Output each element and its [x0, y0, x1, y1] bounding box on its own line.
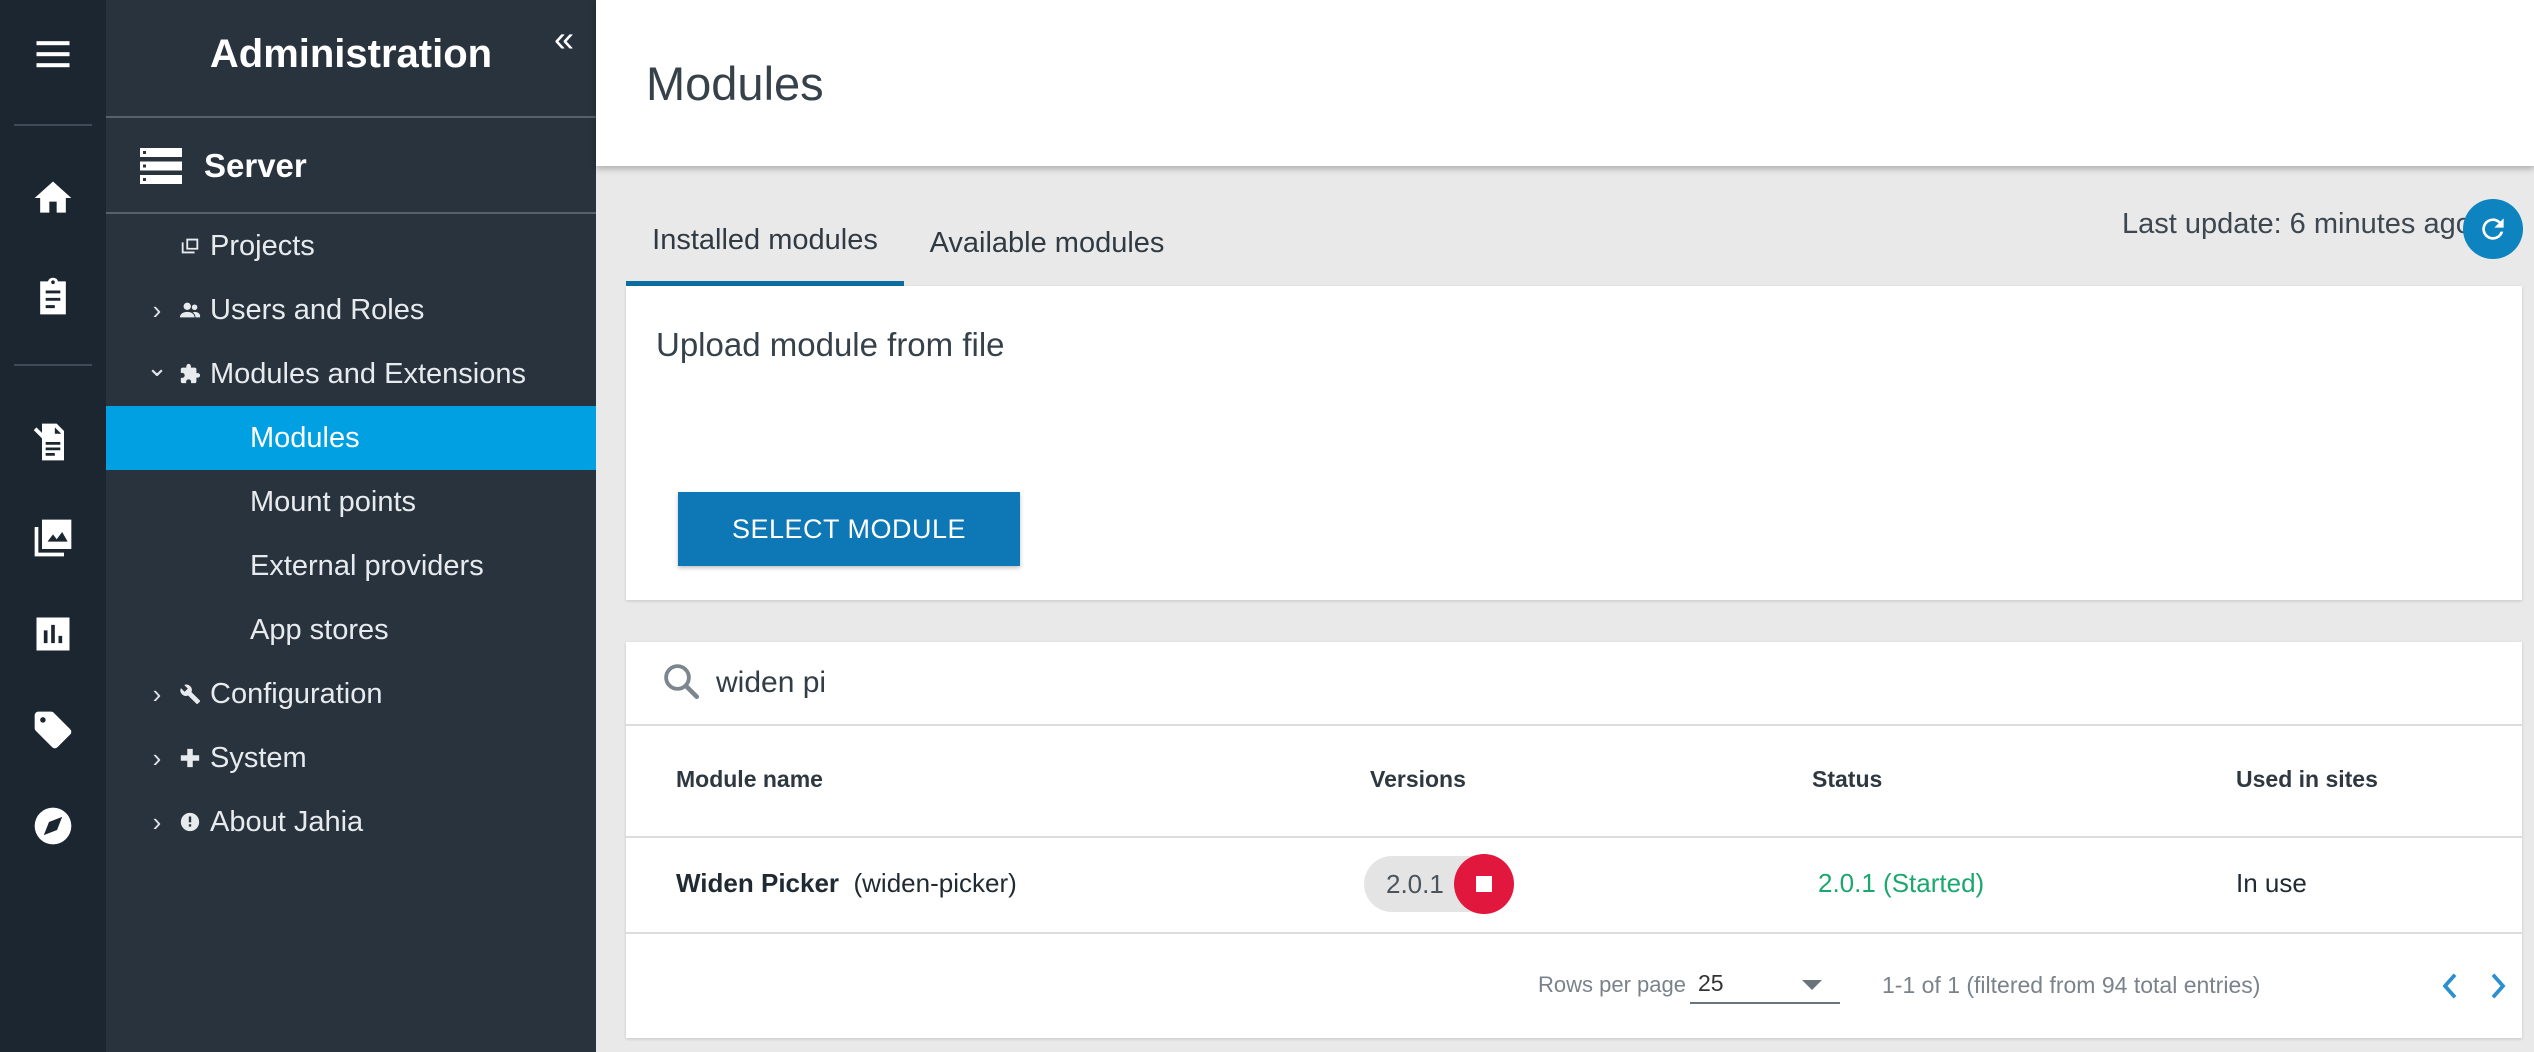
sidebar-header: Administration « [106, 0, 596, 118]
sidebar-item-external-providers[interactable]: External providers [106, 534, 596, 598]
menu-icon[interactable] [0, 14, 106, 94]
last-update-text: Last update: 6 minutes ago [2122, 208, 2472, 240]
admin-sidebar: Administration « Server Projects › Users… [106, 0, 596, 1052]
home-icon[interactable] [0, 158, 106, 238]
rows-per-page-select[interactable]: 25 [1690, 964, 1840, 1004]
chevron-down-icon[interactable]: ⌄ [146, 352, 168, 383]
refresh-button[interactable] [2463, 199, 2523, 259]
sidebar-item-system[interactable]: › System [106, 726, 596, 790]
modules-table-card: Module name Versions Status Used in site… [626, 642, 2522, 1038]
sidebar-item-label: Modules [250, 421, 360, 454]
rows-per-page-label: Rows per page [1538, 972, 1686, 997]
sidebar-item-label: Users and Roles [210, 293, 425, 326]
sidebar-item-label: Modules and Extensions [210, 357, 526, 390]
sidebar-item-label: System [210, 741, 307, 774]
sidebar-section-label: Server [204, 147, 307, 184]
used-in-sites-cell: In use [2236, 868, 2307, 898]
sidebar-item-label: Mount points [250, 485, 417, 518]
puzzle-icon [178, 362, 202, 386]
module-display-name: Widen Picker [676, 868, 840, 898]
module-id: (widen-picker) [853, 868, 1017, 898]
column-header-versions[interactable]: Versions [1370, 766, 1466, 793]
wrench-icon [178, 682, 202, 706]
tab-installed-modules[interactable]: Installed modules [626, 200, 904, 286]
search-input[interactable] [716, 658, 2416, 708]
chevron-right-icon[interactable]: › [146, 679, 168, 710]
projects-icon [178, 234, 202, 258]
stop-icon [1476, 876, 1492, 892]
sidebar-item-app-stores[interactable]: App stores [106, 598, 596, 662]
rail-divider [14, 364, 92, 366]
chevron-right-icon[interactable]: › [146, 295, 168, 326]
column-header-used-in-sites[interactable]: Used in sites [2236, 766, 2378, 793]
stop-module-button[interactable] [1454, 854, 1514, 914]
table-row-divider [626, 932, 2522, 934]
chevron-left-icon [2442, 973, 2457, 999]
page-header: Modules [596, 0, 2534, 166]
sidebar-item-label: About Jahia [210, 805, 364, 838]
upload-module-card: Upload module from file SELECT MODULE [626, 286, 2522, 600]
upload-module-title: Upload module from file [656, 326, 1005, 363]
content-editor-icon[interactable] [0, 402, 106, 482]
app-rail [0, 0, 106, 1052]
chevron-right-icon [2491, 973, 2506, 999]
version-label: 2.0.1 [1386, 869, 1444, 899]
sidebar-item-about-jahia[interactable]: › About Jahia [106, 790, 596, 854]
sidebar-item-modules-and-extensions[interactable]: ⌄ Modules and Extensions [106, 342, 596, 406]
tag-icon[interactable] [0, 690, 106, 770]
compass-icon[interactable] [0, 786, 106, 866]
tab-available-modules[interactable]: Available modules [904, 200, 1190, 286]
select-module-button[interactable]: SELECT MODULE [678, 492, 1020, 566]
sidebar-title: Administration [209, 32, 493, 76]
chevron-right-icon[interactable]: › [146, 743, 168, 774]
users-icon [178, 298, 202, 322]
previous-page-button[interactable] [2430, 964, 2470, 1008]
next-page-button[interactable] [2478, 964, 2518, 1008]
plus-icon [178, 746, 202, 770]
sidebar-item-label: App stores [250, 613, 389, 646]
page-title: Modules [646, 57, 824, 110]
rows-per-page-value: 25 [1698, 970, 1724, 996]
server-icon [140, 148, 182, 184]
collapse-sidebar-icon[interactable]: « [554, 18, 574, 60]
search-icon [664, 664, 700, 700]
sidebar-item-users-and-roles[interactable]: › Users and Roles [106, 278, 596, 342]
table-header-divider [626, 836, 2522, 838]
sidebar-item-projects[interactable]: Projects [106, 214, 596, 278]
info-icon [178, 810, 202, 834]
sidebar-item-label: Projects [210, 229, 315, 262]
status-badge: 2.0.1 (Started) [1818, 868, 1985, 898]
column-header-module-name[interactable]: Module name [676, 766, 823, 793]
refresh-icon [2482, 218, 2504, 240]
sidebar-item-configuration[interactable]: › Configuration [106, 662, 596, 726]
chart-icon[interactable] [0, 594, 106, 674]
sidebar-item-modules[interactable]: Modules [106, 406, 596, 470]
chevron-right-icon[interactable]: › [146, 807, 168, 838]
sidebar-section-server[interactable]: Server [106, 120, 596, 214]
search-bar [626, 642, 2522, 726]
dropdown-caret-icon [1802, 980, 1822, 990]
clipboard-icon[interactable] [0, 256, 106, 336]
rail-divider [14, 124, 92, 126]
sidebar-item-mount-points[interactable]: Mount points [106, 470, 596, 534]
sidebar-item-label: Configuration [210, 677, 383, 710]
sidebar-item-label: External providers [250, 549, 484, 582]
column-header-status[interactable]: Status [1812, 766, 1882, 793]
module-name-cell: Widen Picker (widen-picker) [676, 868, 1017, 899]
media-icon[interactable] [0, 498, 106, 578]
pagination-range: 1-1 of 1 (filtered from 94 total entries… [1882, 972, 2261, 998]
